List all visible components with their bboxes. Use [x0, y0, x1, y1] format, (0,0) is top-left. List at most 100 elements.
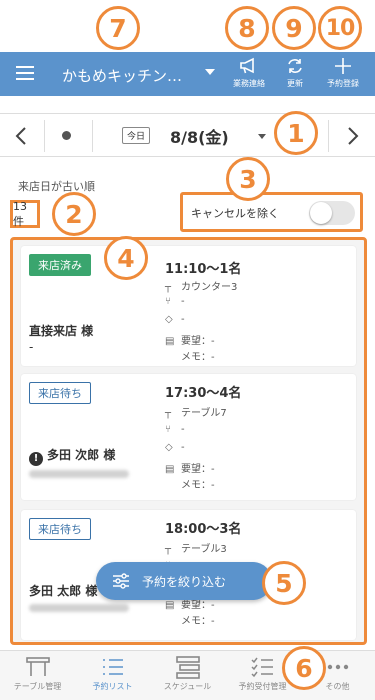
exclude-cancel-label: キャンセルを除く [191, 207, 279, 220]
store-selector[interactable]: かもめキッチン… [62, 65, 182, 86]
app-header: かもめキッチン… 業務連絡 更新 予約登録 [0, 52, 375, 96]
request-info: ▤ 要望：- [165, 332, 215, 347]
request-value: 要望：- [181, 336, 215, 347]
tag-value: - [181, 442, 185, 453]
more-icon [327, 664, 348, 670]
notice-button[interactable]: 業務連絡 [224, 56, 274, 94]
plus-icon [335, 58, 351, 74]
callout-3: 3 [226, 157, 270, 201]
divider [328, 120, 329, 152]
date-navigation: 今日 8/8(金) [0, 113, 375, 157]
reservation-card[interactable]: 来店済み 11:10～1名 ┬ カウンター3 ⑂ - ◇ - ▤ 要望：- メモ：- 直… [21, 246, 356, 366]
exclude-cancel-filter: キャンセルを除く [180, 192, 363, 232]
memo-icon: ▤ [165, 600, 175, 611]
memo-info: メモ：- [165, 476, 215, 491]
reservation-card[interactable]: 来店待ち 17:30～4名 ┬ テーブル7 ⑂ - ◇ - ▤ 要望：- メモ：- ! 多… [21, 374, 356, 500]
result-count: 13件 [10, 200, 40, 228]
table-icon: ┬ [165, 282, 172, 293]
schedule-icon [175, 656, 200, 679]
callout-6: 6 [282, 646, 326, 690]
result-count-text: 13件 [13, 199, 27, 228]
guest-phone: - [29, 340, 34, 354]
memo-value: メモ：- [181, 352, 215, 363]
nav-label: スケジュール [163, 682, 212, 691]
add-reservation-button-label: 予約登録 [327, 79, 359, 88]
divider [92, 120, 93, 152]
hamburger-menu-icon[interactable] [16, 66, 34, 80]
status-badge: 来店待ち [29, 382, 91, 404]
today-chip[interactable]: 今日 [122, 127, 151, 144]
guest-name: 多田 太郎 様 [29, 584, 98, 598]
refresh-icon [288, 59, 302, 73]
nav-reservation-list[interactable]: 予約リスト [75, 655, 150, 692]
memo-value: メモ：- [181, 616, 215, 627]
guest-name-text: 多田 次郎 様 [47, 448, 116, 462]
refresh-button-label: 更新 [287, 79, 303, 88]
tag-info: ◇- [165, 314, 185, 325]
chevron-right-icon [348, 127, 359, 145]
table-icon: ┬ [165, 408, 172, 419]
guest-name: ! 多田 次郎 様 [29, 446, 115, 466]
table-icon: ┬ [165, 544, 172, 555]
memo-info: メモ：- [165, 612, 215, 627]
table-assignment: ┬ テーブル7 [165, 404, 227, 419]
tag-icon: ◇ [165, 314, 173, 325]
course-info: ⑂- [165, 296, 185, 307]
reservation-time: 11:10～1名 [165, 262, 242, 277]
exclude-cancel-toggle[interactable] [309, 201, 355, 225]
current-date[interactable]: 8/8(金) [170, 124, 229, 148]
filter-button-label: 予約を絞り込む [142, 575, 227, 589]
chevron-down-icon[interactable] [205, 69, 215, 75]
course-value: - [181, 296, 185, 307]
callout-1: 1 [274, 111, 318, 155]
guest-phone-redacted [29, 470, 129, 478]
nav-label: 予約リスト [92, 682, 133, 691]
status-badge: 来店待ち [29, 518, 91, 540]
status-badge: 来店済み [29, 254, 91, 276]
prev-date-button[interactable] [8, 122, 36, 150]
date-dropdown-icon[interactable] [258, 134, 266, 139]
refresh-button[interactable]: 更新 [270, 56, 320, 94]
memo-value: メモ：- [181, 480, 215, 491]
tag-value: - [181, 314, 185, 325]
callout-7: 7 [96, 6, 140, 50]
reservation-time: 18:00～3名 [165, 522, 242, 537]
nav-schedule[interactable]: スケジュール [150, 655, 225, 692]
course-value: - [181, 424, 185, 435]
cutlery-icon: ⑂ [165, 424, 171, 435]
nav-table-management[interactable]: テーブル管理 [0, 655, 75, 692]
tag-icon: ◇ [165, 442, 173, 453]
today-dot-icon[interactable] [62, 131, 71, 140]
memo-icon: ▤ [165, 336, 175, 347]
request-info: ▤ 要望：- [165, 460, 215, 475]
nav-label: テーブル管理 [13, 682, 62, 691]
table-name: テーブル3 [181, 544, 227, 555]
megaphone-icon [240, 57, 254, 74]
request-value: 要望：- [181, 464, 215, 475]
add-reservation-button[interactable]: 予約登録 [318, 56, 368, 94]
callout-10: 10 [318, 6, 362, 50]
sort-order-label[interactable]: 来店日が古い順 [18, 178, 95, 194]
table-name: テーブル7 [181, 408, 227, 419]
table-icon [25, 657, 50, 676]
table-name: カウンター3 [181, 282, 238, 293]
memo-icon: ▤ [165, 464, 175, 475]
checklist-icon [250, 657, 273, 678]
guest-phone-redacted [29, 604, 129, 612]
notice-button-label: 業務連絡 [233, 79, 265, 88]
callout-2: 2 [52, 192, 96, 236]
cutlery-icon: ⑂ [165, 296, 171, 307]
callout-5: 5 [262, 561, 306, 605]
toggle-knob [310, 202, 332, 224]
memo-info: メモ：- [165, 348, 215, 363]
divider [44, 120, 45, 152]
request-value: 要望：- [181, 600, 215, 611]
course-info: ⑂- [165, 424, 185, 435]
list-icon [102, 659, 123, 675]
filter-reservations-button[interactable]: 予約を絞り込む [96, 562, 272, 600]
table-assignment: ┬ テーブル3 [165, 540, 227, 555]
callout-4: 4 [104, 236, 148, 280]
next-date-button[interactable] [338, 122, 366, 150]
callout-8: 8 [225, 6, 269, 50]
reservation-time: 17:30～4名 [165, 386, 242, 401]
